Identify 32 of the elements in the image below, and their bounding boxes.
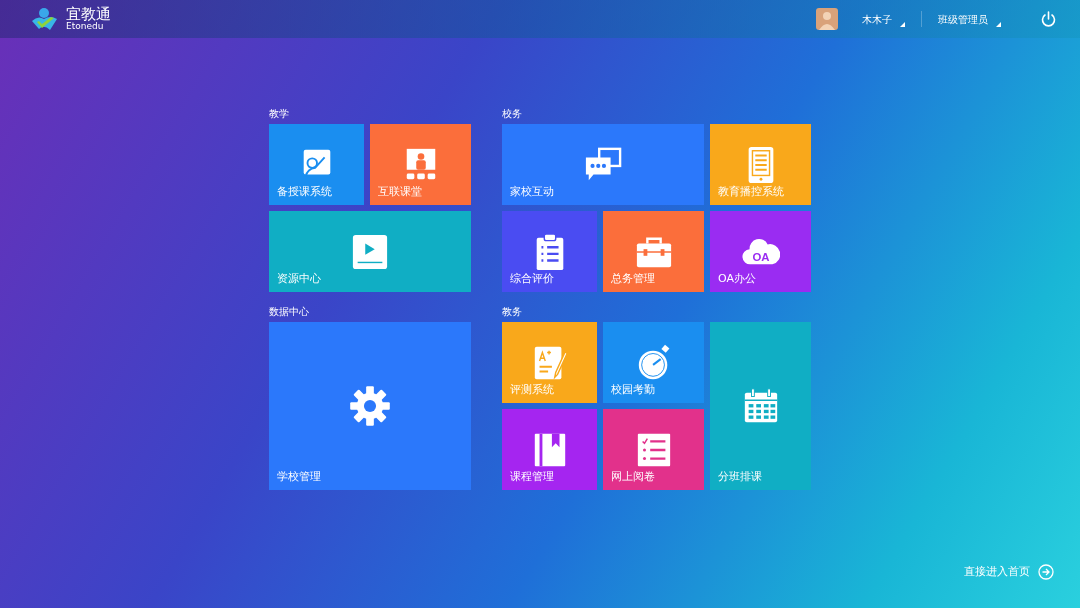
app-tile[interactable]: 教育播控系统 [710, 124, 811, 205]
app-tile[interactable]: 校园考勤 [603, 322, 704, 403]
avatar-icon [816, 8, 838, 30]
app-tile[interactable]: 综合评价 [502, 211, 597, 292]
arrow-right-circle-icon [1038, 563, 1054, 580]
app-tile[interactable]: OA OA办公 [710, 211, 811, 292]
logo-title: 宜教通 [66, 7, 111, 22]
home-link[interactable]: 直接进入首页 [964, 563, 1054, 580]
user-menu[interactable]: 木木子 [862, 11, 905, 27]
power-icon[interactable] [1041, 11, 1056, 27]
caret-icon [996, 21, 1001, 27]
logo-subtitle: Etonedu [66, 22, 105, 31]
app-tile[interactable]: 评测系统 [502, 322, 597, 403]
role-menu[interactable]: 班级管理员 [938, 11, 1001, 27]
app-tile[interactable]: 资源中心 [269, 211, 471, 292]
app-tile[interactable]: 网上阅卷 [603, 409, 704, 490]
section-title: 数据中心 [269, 306, 310, 318]
settings-icon [348, 384, 392, 428]
caret-icon [900, 21, 905, 27]
app-tile[interactable]: 备授课系统 [269, 124, 364, 205]
app-tile[interactable]: 课程管理 [502, 409, 597, 490]
play-video-icon [351, 232, 389, 271]
app-tile[interactable]: 学校管理 [269, 322, 471, 490]
section-title: 教学 [269, 108, 290, 120]
app-tile[interactable]: 互联课堂 [370, 124, 471, 205]
section-title: 教务 [502, 306, 523, 318]
app-tile[interactable]: 总务管理 [603, 211, 704, 292]
section-title: 校务 [502, 108, 523, 120]
icon-text: OA [751, 250, 770, 263]
app-tile[interactable]: 分班排课 [710, 322, 811, 490]
logo-icon [30, 7, 58, 31]
app-tile[interactable]: 家校互动 [502, 124, 704, 205]
